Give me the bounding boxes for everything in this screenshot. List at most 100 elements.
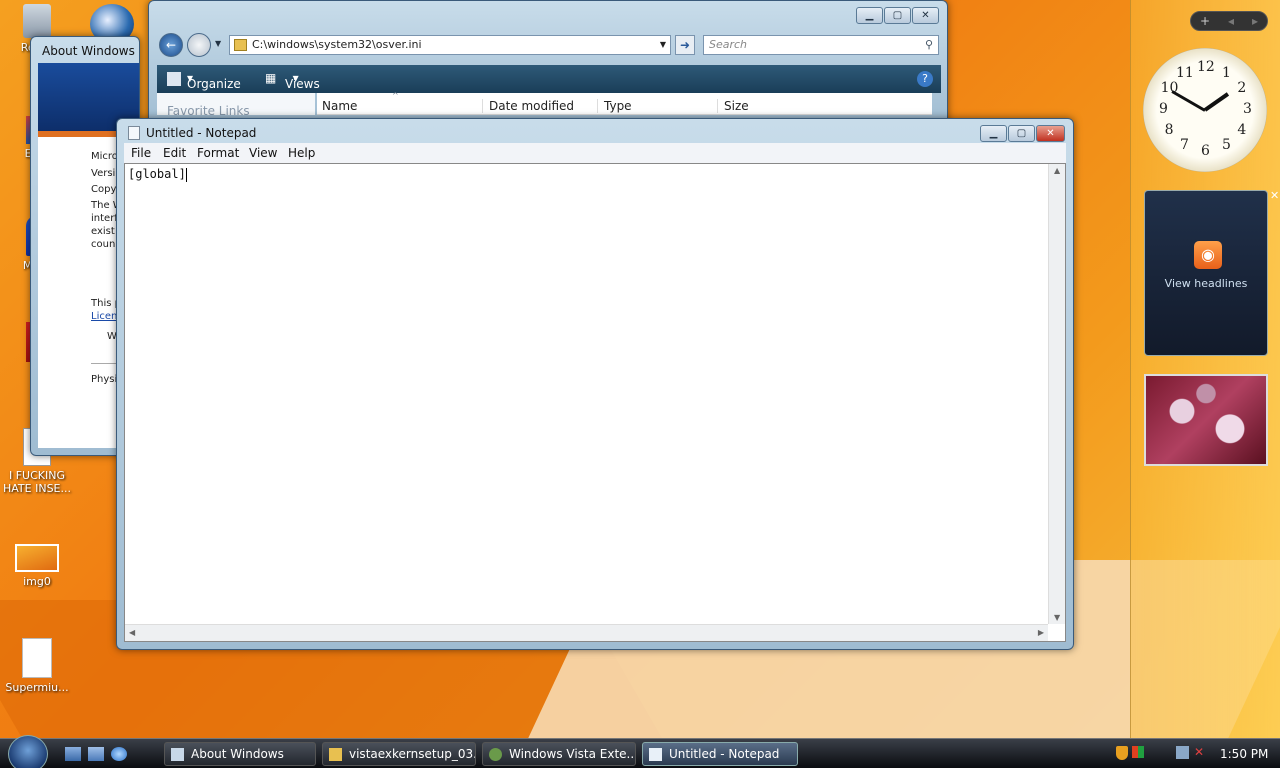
task-untitled-notepad[interactable]: Untitled - Notepad bbox=[642, 742, 798, 766]
help-icon[interactable]: ? bbox=[917, 71, 933, 87]
next-page-icon[interactable]: ▸ bbox=[1252, 14, 1258, 28]
clock-number: 7 bbox=[1180, 137, 1189, 154]
back-button[interactable]: ← bbox=[159, 33, 183, 57]
menu-format[interactable]: Format bbox=[197, 146, 239, 160]
scroll-left-icon[interactable]: ◀ bbox=[129, 628, 135, 637]
image-icon bbox=[15, 544, 59, 572]
column-name[interactable]: Name bbox=[322, 99, 357, 113]
task-windows-vista-ext[interactable]: Windows Vista Exte... bbox=[482, 742, 636, 766]
setup-icon bbox=[489, 748, 502, 761]
address-bar[interactable]: C:\windows\system32\osver.ini ▼ bbox=[229, 35, 671, 55]
scroll-down-icon[interactable]: ▼ bbox=[1054, 613, 1060, 622]
close-button[interactable]: ✕ bbox=[1036, 125, 1065, 142]
clock-minute-hand bbox=[1171, 89, 1206, 112]
about-text: Physi bbox=[91, 374, 118, 385]
close-icon[interactable]: ✕ bbox=[1270, 189, 1279, 202]
minimize-button[interactable]: ▁ bbox=[856, 7, 883, 24]
favorite-links-heading: Favorite Links bbox=[167, 104, 250, 118]
clock-number: 3 bbox=[1243, 101, 1252, 117]
horizontal-scrollbar[interactable]: ◀ ▶ bbox=[125, 624, 1048, 641]
forward-button[interactable] bbox=[187, 33, 211, 57]
clock-number: 2 bbox=[1237, 80, 1247, 96]
internet-explorer-icon[interactable] bbox=[111, 747, 127, 761]
desktop-icon-img0[interactable]: img0 bbox=[0, 544, 74, 588]
about-text: Micro bbox=[91, 151, 118, 162]
clock-gadget[interactable]: 12 1 2 3 4 5 6 7 8 9 10 11 bbox=[1143, 48, 1267, 172]
clock-number: 8 bbox=[1164, 122, 1174, 138]
sidebar-controls[interactable]: + ◂ ▸ bbox=[1190, 11, 1268, 31]
taskbar-clock[interactable]: 1:50 PM bbox=[1220, 747, 1268, 761]
address-text: C:\windows\system32\osver.ini bbox=[252, 38, 422, 51]
vertical-scrollbar[interactable]: ▲ ▼ bbox=[1048, 164, 1065, 624]
folder-icon bbox=[234, 39, 247, 51]
about-text: interf bbox=[91, 213, 118, 224]
explorer-window[interactable]: ▁ ▢ ✕ ← ▼ C:\windows\system32\osver.ini … bbox=[148, 0, 948, 130]
column-type[interactable]: Type bbox=[597, 99, 632, 113]
menu-help[interactable]: Help bbox=[288, 146, 315, 160]
recycle-bin-icon bbox=[23, 4, 51, 38]
document-icon bbox=[22, 638, 52, 678]
volume-muted-icon[interactable]: ✕ bbox=[1194, 745, 1204, 759]
task-about-windows[interactable]: About Windows bbox=[164, 742, 316, 766]
desktop-icon-supermiu[interactable]: Supermiu... bbox=[0, 638, 74, 694]
folder-icon bbox=[329, 748, 342, 761]
text-caret bbox=[185, 167, 187, 182]
maximize-button[interactable]: ▢ bbox=[1008, 125, 1035, 142]
feed-headlines-gadget[interactable]: ◉ View headlines bbox=[1144, 190, 1268, 356]
about-text: Copy bbox=[91, 184, 117, 195]
show-desktop-icon[interactable] bbox=[65, 747, 81, 761]
system-tray: ✕ 1:50 PM bbox=[1112, 739, 1280, 768]
maximize-button[interactable]: ▢ bbox=[884, 7, 911, 24]
go-arrow-icon[interactable]: ➜ bbox=[675, 35, 695, 55]
organize-icon bbox=[167, 72, 181, 86]
clock-number: 11 bbox=[1176, 64, 1194, 81]
task-vistaexkernsetup[interactable]: vistaexkernsetup_03... bbox=[322, 742, 476, 766]
minimize-button[interactable]: ▁ bbox=[980, 125, 1007, 142]
explorer-toolbar: Organize ▾ ▦ Views ▾ ? bbox=[157, 65, 941, 93]
window-icon bbox=[171, 748, 184, 761]
scroll-right-icon[interactable]: ▶ bbox=[1038, 628, 1044, 637]
about-text: exist bbox=[91, 226, 115, 237]
close-button[interactable]: ✕ bbox=[912, 7, 939, 24]
switch-windows-icon[interactable] bbox=[88, 747, 104, 761]
text-editor[interactable]: [global] ▲ ▼ ◀ ▶ bbox=[124, 163, 1066, 642]
clock-number: 12 bbox=[1197, 59, 1215, 75]
network-icon[interactable] bbox=[1176, 746, 1189, 759]
window-title: Untitled - Notepad bbox=[146, 126, 257, 140]
slideshow-gadget[interactable] bbox=[1144, 374, 1268, 466]
windows-flag-icon[interactable] bbox=[1132, 746, 1144, 758]
taskbar: About Windows vistaexkernsetup_03... Win… bbox=[0, 735, 1280, 768]
column-date-modified[interactable]: Date modified bbox=[482, 99, 574, 113]
desktop-icon-label: img0 bbox=[23, 575, 51, 588]
recent-pages-dropdown-icon[interactable]: ▼ bbox=[215, 39, 221, 48]
menu-bar: File Edit Format View Help bbox=[124, 143, 1066, 163]
search-placeholder: Search bbox=[709, 38, 748, 51]
organize-button[interactable]: Organize ▾ bbox=[187, 71, 241, 91]
editor-content: [global] bbox=[128, 167, 186, 181]
clock-number: 9 bbox=[1159, 101, 1168, 117]
search-icon[interactable]: ⚲ bbox=[925, 36, 933, 54]
views-button[interactable]: Views ▾ bbox=[285, 71, 320, 91]
security-shield-icon[interactable] bbox=[1116, 746, 1128, 760]
menu-file[interactable]: File bbox=[131, 146, 151, 160]
search-input[interactable]: Search ⚲ bbox=[703, 35, 939, 55]
prev-page-icon[interactable]: ◂ bbox=[1228, 14, 1234, 28]
column-size[interactable]: Size bbox=[717, 99, 749, 113]
notepad-icon bbox=[649, 748, 662, 761]
add-gadget-icon[interactable]: + bbox=[1200, 14, 1210, 28]
scroll-up-icon[interactable]: ▲ bbox=[1054, 166, 1060, 175]
license-link[interactable]: Licen bbox=[91, 311, 117, 322]
menu-view[interactable]: View bbox=[249, 146, 277, 160]
about-text: Versi bbox=[91, 168, 116, 179]
view-headlines-label[interactable]: View headlines bbox=[1145, 277, 1267, 290]
sort-arrow-icon: ^ bbox=[392, 91, 399, 100]
address-dropdown-icon[interactable]: ▼ bbox=[660, 36, 666, 54]
desktop-icon-label: I FUCKING HATE INSE... bbox=[2, 469, 71, 495]
column-headers: Name ^ Date modified Type Size bbox=[317, 91, 932, 115]
window-title: About Windows bbox=[42, 44, 135, 58]
about-text: coun bbox=[91, 239, 116, 250]
menu-edit[interactable]: Edit bbox=[163, 146, 186, 160]
notepad-window[interactable]: Untitled - Notepad ▁ ▢ ✕ File Edit Forma… bbox=[116, 118, 1074, 650]
start-button[interactable] bbox=[8, 735, 48, 768]
rss-feed-icon: ◉ bbox=[1194, 241, 1222, 269]
